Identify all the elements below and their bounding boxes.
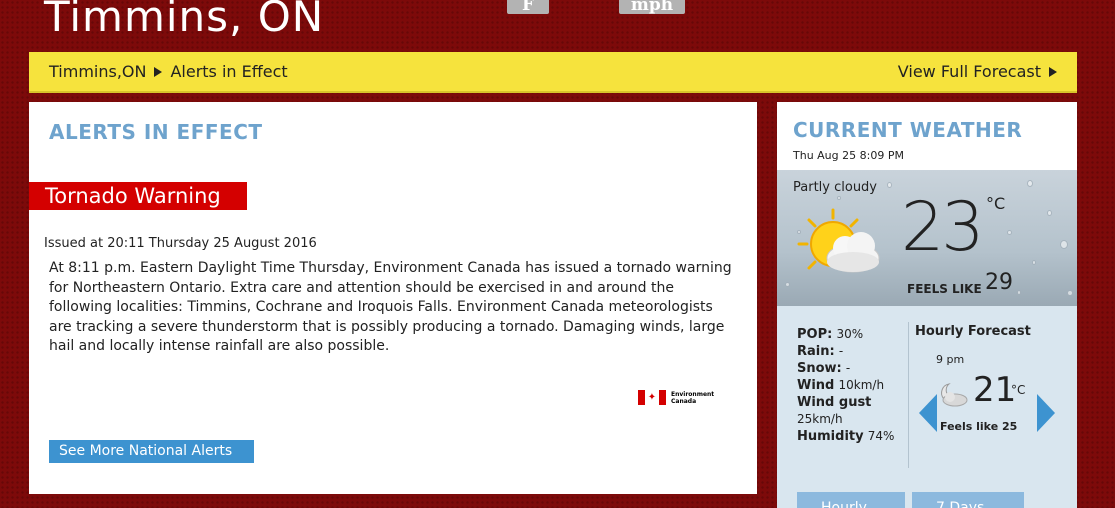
alert-body-text: At 8:11 p.m. Eastern Daylight Time Thurs… xyxy=(49,260,732,354)
current-temperature-unit: °C xyxy=(986,194,1006,213)
partly-cloudy-night-icon xyxy=(941,383,968,407)
see-more-national-alerts-button[interactable]: See More National Alerts xyxy=(49,440,254,463)
current-weather-panel: CURRENT WEATHER Thu Aug 25 8:09 PM Partl… xyxy=(777,102,1077,508)
wind-value: 10km/h xyxy=(838,378,885,392)
current-weather-card: Partly cloudy 23 °C FEELS LIKE 29 xyxy=(777,170,1077,306)
breadcrumb-current-page: Alerts in Effect xyxy=(170,62,288,81)
chevron-right-icon xyxy=(154,66,163,77)
view-full-forecast-label[interactable]: View Full Forecast xyxy=(898,62,1041,81)
divider xyxy=(908,322,909,468)
weather-details: POP: 30% Rain: - Snow: - Wind 10km/h Win… xyxy=(777,306,1077,508)
pop-value: 30% xyxy=(836,327,864,341)
rain-value: - xyxy=(838,344,844,358)
breadcrumb: Timmins,ON Alerts in Effect View Full Fo… xyxy=(29,52,1077,93)
next-hour-arrow-icon[interactable] xyxy=(1037,394,1055,432)
current-weather-datetime: Thu Aug 25 8:09 PM xyxy=(793,149,904,162)
wind-gust-value: 25km/h xyxy=(797,412,843,426)
current-weather-heading: CURRENT WEATHER xyxy=(793,118,1023,142)
humidity-value: 74% xyxy=(867,429,895,443)
weather-stats: POP: 30% Rain: - Snow: - Wind 10km/h Win… xyxy=(797,327,895,444)
snow-value: - xyxy=(845,361,851,375)
tornado-warning-banner: Tornado Warning xyxy=(29,182,247,210)
canada-flag-icon: ✦ xyxy=(638,390,666,405)
current-temperature: 23 xyxy=(901,188,985,267)
unit-mph-toggle[interactable]: mph xyxy=(619,0,685,15)
view-full-forecast-link[interactable]: View Full Forecast xyxy=(898,62,1057,81)
tab-7-days[interactable]: 7 Days xyxy=(912,492,1024,508)
chevron-right-icon xyxy=(1049,66,1057,77)
unit-fahrenheit-toggle[interactable]: F xyxy=(507,0,549,15)
hourly-feels-like: Feels like 25 xyxy=(940,420,1018,433)
tab-hourly[interactable]: Hourly xyxy=(797,492,905,508)
city-title: Timmins, ON xyxy=(44,0,325,41)
alerts-heading: ALERTS IN EFFECT xyxy=(49,120,263,144)
feels-like-value: 29 xyxy=(985,270,1013,295)
hourly-temperature: 21 xyxy=(973,370,1017,410)
environment-canada-wordmark: Environment Canada xyxy=(671,390,715,405)
hourly-forecast-title: Hourly Forecast xyxy=(915,324,1031,339)
alert-issued-time: Issued at 20:11 Thursday 25 August 2016 xyxy=(44,236,317,251)
alerts-panel: ALERTS IN EFFECT Tornado Warning Issued … xyxy=(29,102,757,494)
breadcrumb-path: Timmins,ON Alerts in Effect xyxy=(49,62,288,81)
previous-hour-arrow-icon[interactable] xyxy=(919,394,937,432)
condition-text: Partly cloudy xyxy=(793,180,877,195)
hourly-temperature-unit: °C xyxy=(1011,383,1026,397)
breadcrumb-location-link[interactable]: Timmins,ON xyxy=(49,62,146,81)
hourly-forecast-time: 9 pm xyxy=(936,353,965,366)
partly-cloudy-icon xyxy=(797,208,880,273)
feels-like-label: FEELS LIKE xyxy=(907,282,982,296)
environment-canada-logo: ✦ Environment Canada xyxy=(638,390,714,405)
